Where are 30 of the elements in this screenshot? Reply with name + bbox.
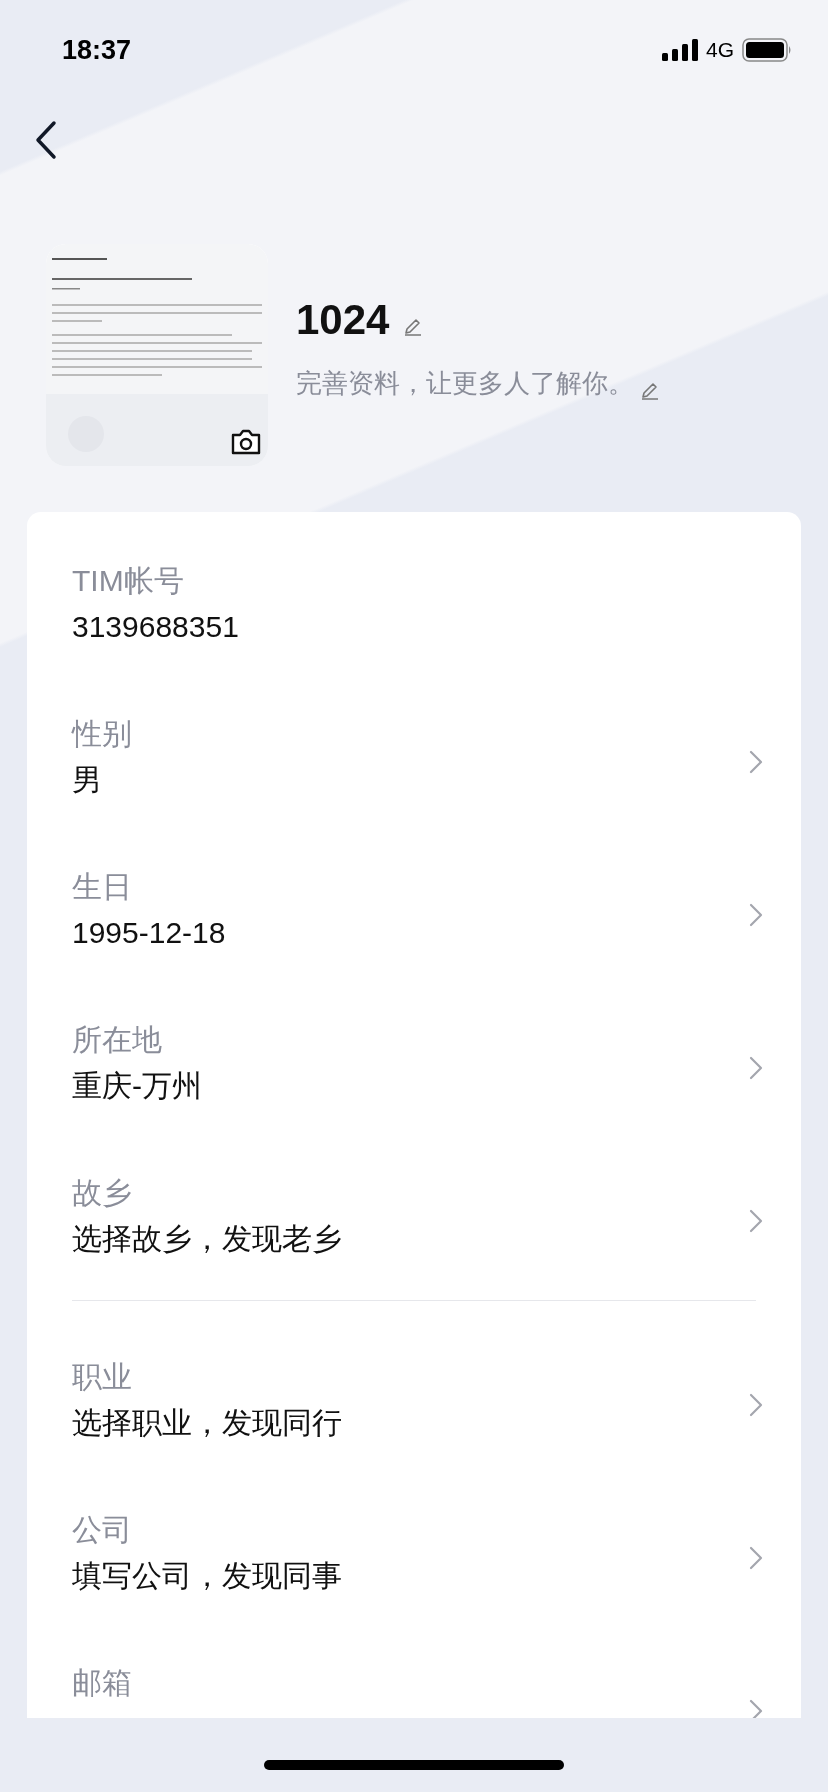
field-label: 职业: [72, 1359, 133, 1395]
profile-bio: 完善资料，让更多人了解你。: [296, 367, 634, 400]
chevron-right-icon[interactable]: [749, 1208, 763, 1234]
battery-icon: [742, 38, 792, 62]
field-value: 选择职业，发现同行: [72, 1405, 342, 1441]
field-value: 重庆-万州: [72, 1068, 202, 1104]
chevron-right-icon[interactable]: [749, 902, 763, 928]
field-label: 所在地: [72, 1022, 163, 1058]
pencil-icon[interactable]: [403, 316, 424, 336]
chevron-right-icon[interactable]: [749, 1698, 763, 1718]
network-type: 4G: [706, 38, 734, 62]
field-value: 男: [72, 762, 103, 798]
chevron-right-icon[interactable]: [749, 749, 763, 775]
camera-icon[interactable]: [230, 428, 262, 456]
user-name: 1024: [296, 296, 390, 344]
field-label: 邮箱: [72, 1665, 132, 1701]
clock-time: 18:37: [62, 34, 132, 66]
field-label: 故乡: [72, 1175, 133, 1211]
field-value: 1995-12-18: [72, 915, 226, 951]
field-label: 公司: [72, 1512, 133, 1548]
chevron-right-icon[interactable]: [749, 1392, 763, 1418]
field-value: 填写公司，发现同事: [72, 1558, 342, 1594]
field-label: 生日: [72, 869, 133, 905]
field-value: 3139688351: [72, 609, 239, 645]
field-label: 性别: [72, 716, 132, 752]
chevron-right-icon[interactable]: [749, 1055, 763, 1081]
field-value: 选择故乡，发现老乡: [72, 1221, 342, 1257]
signal-icon: [662, 39, 698, 61]
chevron-right-icon[interactable]: [749, 1545, 763, 1571]
field-label: TIM帐号: [72, 563, 185, 599]
